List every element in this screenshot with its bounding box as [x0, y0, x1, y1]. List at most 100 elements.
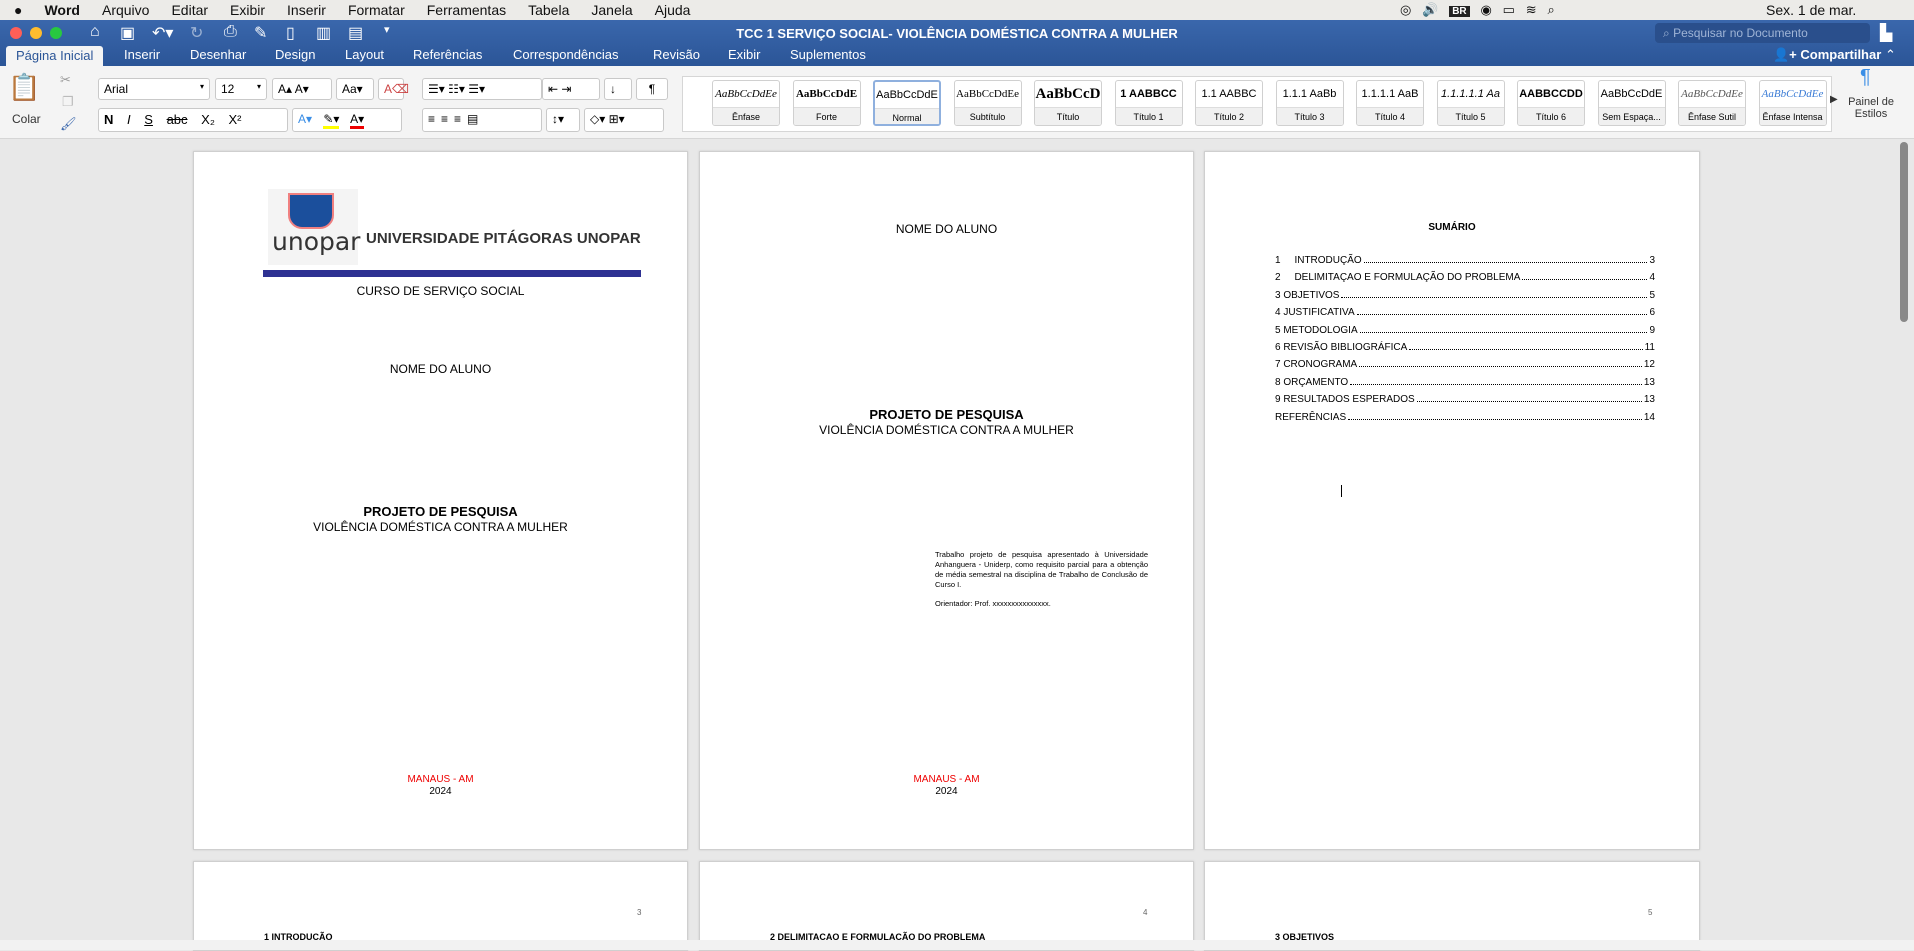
highlight-icon[interactable]: ✎▾ — [323, 112, 340, 129]
menu-app-word[interactable]: Word — [44, 2, 80, 18]
ribbon-home: 📋 Colar ✂ ❐ 🖌 Arial ▾ 12 ▾ A▴ A▾ Aa▾ A⌫ N … — [0, 66, 1914, 139]
change-case-button[interactable]: Aa▾ — [336, 78, 374, 100]
styles-pane-icon[interactable]: ¶ — [1860, 66, 1871, 89]
tab-pagina-inicial[interactable]: Página Inicial — [6, 46, 104, 66]
italic-button[interactable]: I — [127, 112, 131, 127]
menu-editar[interactable]: Editar — [171, 2, 208, 18]
menu-formatar[interactable]: Formatar — [348, 2, 405, 18]
toc-page: 9 — [1649, 324, 1655, 336]
style-name: Título 2 — [1196, 107, 1262, 125]
toc-entry[interactable]: 8 ORÇAMENTO 13 — [1275, 377, 1655, 388]
toc-entry[interactable]: 1 INTRODUÇÃO 3 — [1275, 255, 1655, 266]
tab-design[interactable]: Design — [275, 47, 315, 62]
toc-entry[interactable]: 7 CRONOGRAMA 12 — [1275, 359, 1655, 370]
style-ênfase[interactable]: AaBbCcDdEe Ênfase — [712, 80, 780, 126]
tab-suplementos[interactable]: Suplementos — [790, 47, 866, 62]
alignment-buttons[interactable]: ≡≡≡▤ — [422, 108, 542, 132]
font-name-select[interactable]: Arial ▾ — [98, 78, 210, 100]
style-forte[interactable]: AaBbCcDdE Forte — [792, 80, 861, 126]
style-título[interactable]: AaBbCcD Título — [1034, 80, 1102, 126]
style-normal[interactable]: AaBbCcDdE Normal — [873, 80, 941, 126]
style-título-3[interactable]: 1.1.1 AaBb Título 3 — [1275, 80, 1344, 126]
toc-title: 5 METODOLOGIA — [1275, 324, 1358, 336]
grow-shrink-font-buttons[interactable]: A▴ A▾ — [272, 78, 332, 100]
toc-entry[interactable]: 5 METODOLOGIA 9 — [1275, 325, 1655, 336]
status-bar — [0, 940, 1914, 950]
subscript-button[interactable]: X₂ — [201, 112, 215, 127]
vertical-scrollbar[interactable] — [1900, 142, 1908, 322]
comments-icon[interactable]: ▙ — [1880, 23, 1892, 43]
share-button[interactable]: 👤+ Compartilhar — [1773, 47, 1881, 63]
toc-page: 13 — [1643, 376, 1655, 388]
clear-formatting-icon[interactable]: A⌫ — [378, 78, 409, 100]
style-name: Normal — [875, 108, 939, 124]
tab-inserir[interactable]: Inserir — [124, 47, 160, 62]
menu-janela[interactable]: Janela — [591, 2, 632, 18]
page-problem: 4 2 DELIMITAÇAO E FORMULAÇÃO DO PROBLEMA — [699, 861, 1194, 951]
style-título-1[interactable]: 1 AABBCC Título 1 — [1114, 80, 1183, 126]
toc-entry[interactable]: 2 DELIMITAÇAO E FORMULAÇÃO DO PROBLEMA 4 — [1275, 272, 1655, 283]
toc-leader — [1348, 412, 1642, 420]
city: MANAUS - AM — [913, 774, 980, 785]
tab-exibir[interactable]: Exibir — [728, 47, 761, 62]
menu-inserir[interactable]: Inserir — [287, 2, 326, 18]
toc-entry[interactable]: 3 OBJETIVOS 5 — [1275, 290, 1655, 301]
style-subtítulo[interactable]: AaBbCcDdEe Subtítulo — [953, 80, 1022, 126]
indent-buttons[interactable]: ⇤ ⇥ — [542, 78, 600, 100]
gallery-next-arrow[interactable]: ▶ — [1830, 94, 1838, 105]
format-painter-icon[interactable]: 🖌 — [60, 116, 77, 132]
strikethrough-button[interactable]: abc — [167, 112, 188, 127]
toc-entry[interactable]: REFERÊNCIAS 14 — [1275, 412, 1655, 423]
superscript-button[interactable]: X² — [229, 112, 242, 127]
tab-layout[interactable]: Layout — [345, 47, 384, 62]
style-sem-espaça-[interactable]: AaBbCcDdE Sem Espaça... — [1597, 80, 1666, 126]
toc-leader — [1341, 290, 1648, 298]
style-título-2[interactable]: 1.1 AABBC Título 2 — [1195, 80, 1263, 126]
menu-arquivo[interactable]: Arquivo — [102, 2, 149, 18]
menu-ajuda[interactable]: Ajuda — [655, 2, 691, 18]
text-effects-icon[interactable]: A▾ — [298, 112, 312, 126]
text-cursor — [1341, 485, 1342, 497]
font-color-icon[interactable]: A▾ — [350, 112, 365, 129]
status-icons[interactable]: ◎ 🔊 BR ◉ ▭ ≋ ⌕ — [1400, 2, 1555, 18]
tab-revisao[interactable]: Revisão — [653, 47, 700, 62]
style-título-5[interactable]: 1.1.1.1.1 Aa Título 5 — [1436, 80, 1505, 126]
toc-entry[interactable]: 6 REVISÃO BIBLIOGRÁFICA 11 — [1275, 342, 1655, 353]
style-título-4[interactable]: 1.1.1.1 AaB Título 4 — [1356, 80, 1424, 126]
menu-tabela[interactable]: Tabela — [528, 2, 569, 18]
page-number: 5 — [1648, 908, 1653, 917]
input-source-badge[interactable]: BR — [1449, 6, 1470, 17]
style-preview: AABBCCDD — [1519, 88, 1583, 100]
tab-referencias[interactable]: Referências — [413, 47, 482, 62]
styles-pane-button[interactable]: Painel de Estilos — [1846, 96, 1896, 120]
paste-icon[interactable]: 📋 — [8, 72, 40, 103]
search-document-input[interactable]: ⌕ Pesquisar no Documento — [1655, 23, 1870, 43]
copy-icon[interactable]: ❐ — [62, 94, 74, 110]
cut-icon[interactable]: ✂ — [60, 72, 71, 88]
line-spacing-icon[interactable]: ↕▾ — [546, 108, 580, 132]
university-name: UNIVERSIDADE PITÁGORAS UNOPAR — [366, 230, 641, 247]
bold-button[interactable]: N — [104, 112, 113, 127]
show-formatting-icon[interactable]: ¶ — [636, 78, 668, 100]
underline-button[interactable]: S — [144, 112, 153, 127]
toc-entry[interactable]: 9 RESULTADOS ESPERADOS 13 — [1275, 394, 1655, 405]
menu-ferramentas[interactable]: Ferramentas — [427, 2, 506, 18]
apple-icon[interactable]: ● — [14, 2, 22, 18]
shading-borders-buttons[interactable]: ◇▾ ⊞▾ — [584, 108, 664, 132]
font-size-select[interactable]: 12 ▾ — [215, 78, 267, 100]
paste-button[interactable]: Colar — [12, 112, 41, 126]
style-name: Título 6 — [1518, 107, 1584, 125]
list-buttons[interactable]: ☰▾ ☷▾ ☰▾ — [422, 78, 542, 100]
style-título-6[interactable]: AABBCCDD Título 6 — [1517, 80, 1585, 126]
page-objectives: 5 3 OBJETIVOS — [1204, 861, 1700, 951]
style-ênfase-sutil[interactable]: AaBbCcDdEe Ênfase Sutil — [1678, 80, 1746, 126]
tab-correspondencias[interactable]: Correspondências — [513, 47, 619, 62]
style-ênfase-intensa[interactable]: AaBbCcDdEe Ênfase Intensa — [1758, 80, 1827, 126]
tab-desenhar[interactable]: Desenhar — [190, 47, 246, 62]
sort-icon[interactable]: ↓ — [604, 78, 632, 100]
toc-entry[interactable]: 4 JUSTIFICATIVA 6 — [1275, 307, 1655, 318]
collapse-ribbon-icon[interactable]: ⌃ — [1885, 47, 1896, 63]
menu-exibir[interactable]: Exibir — [230, 2, 265, 18]
header-rule — [263, 270, 641, 277]
page-title-page: NOME DO ALUNO PROJETO DE PESQUISA VIOLÊN… — [699, 151, 1194, 850]
